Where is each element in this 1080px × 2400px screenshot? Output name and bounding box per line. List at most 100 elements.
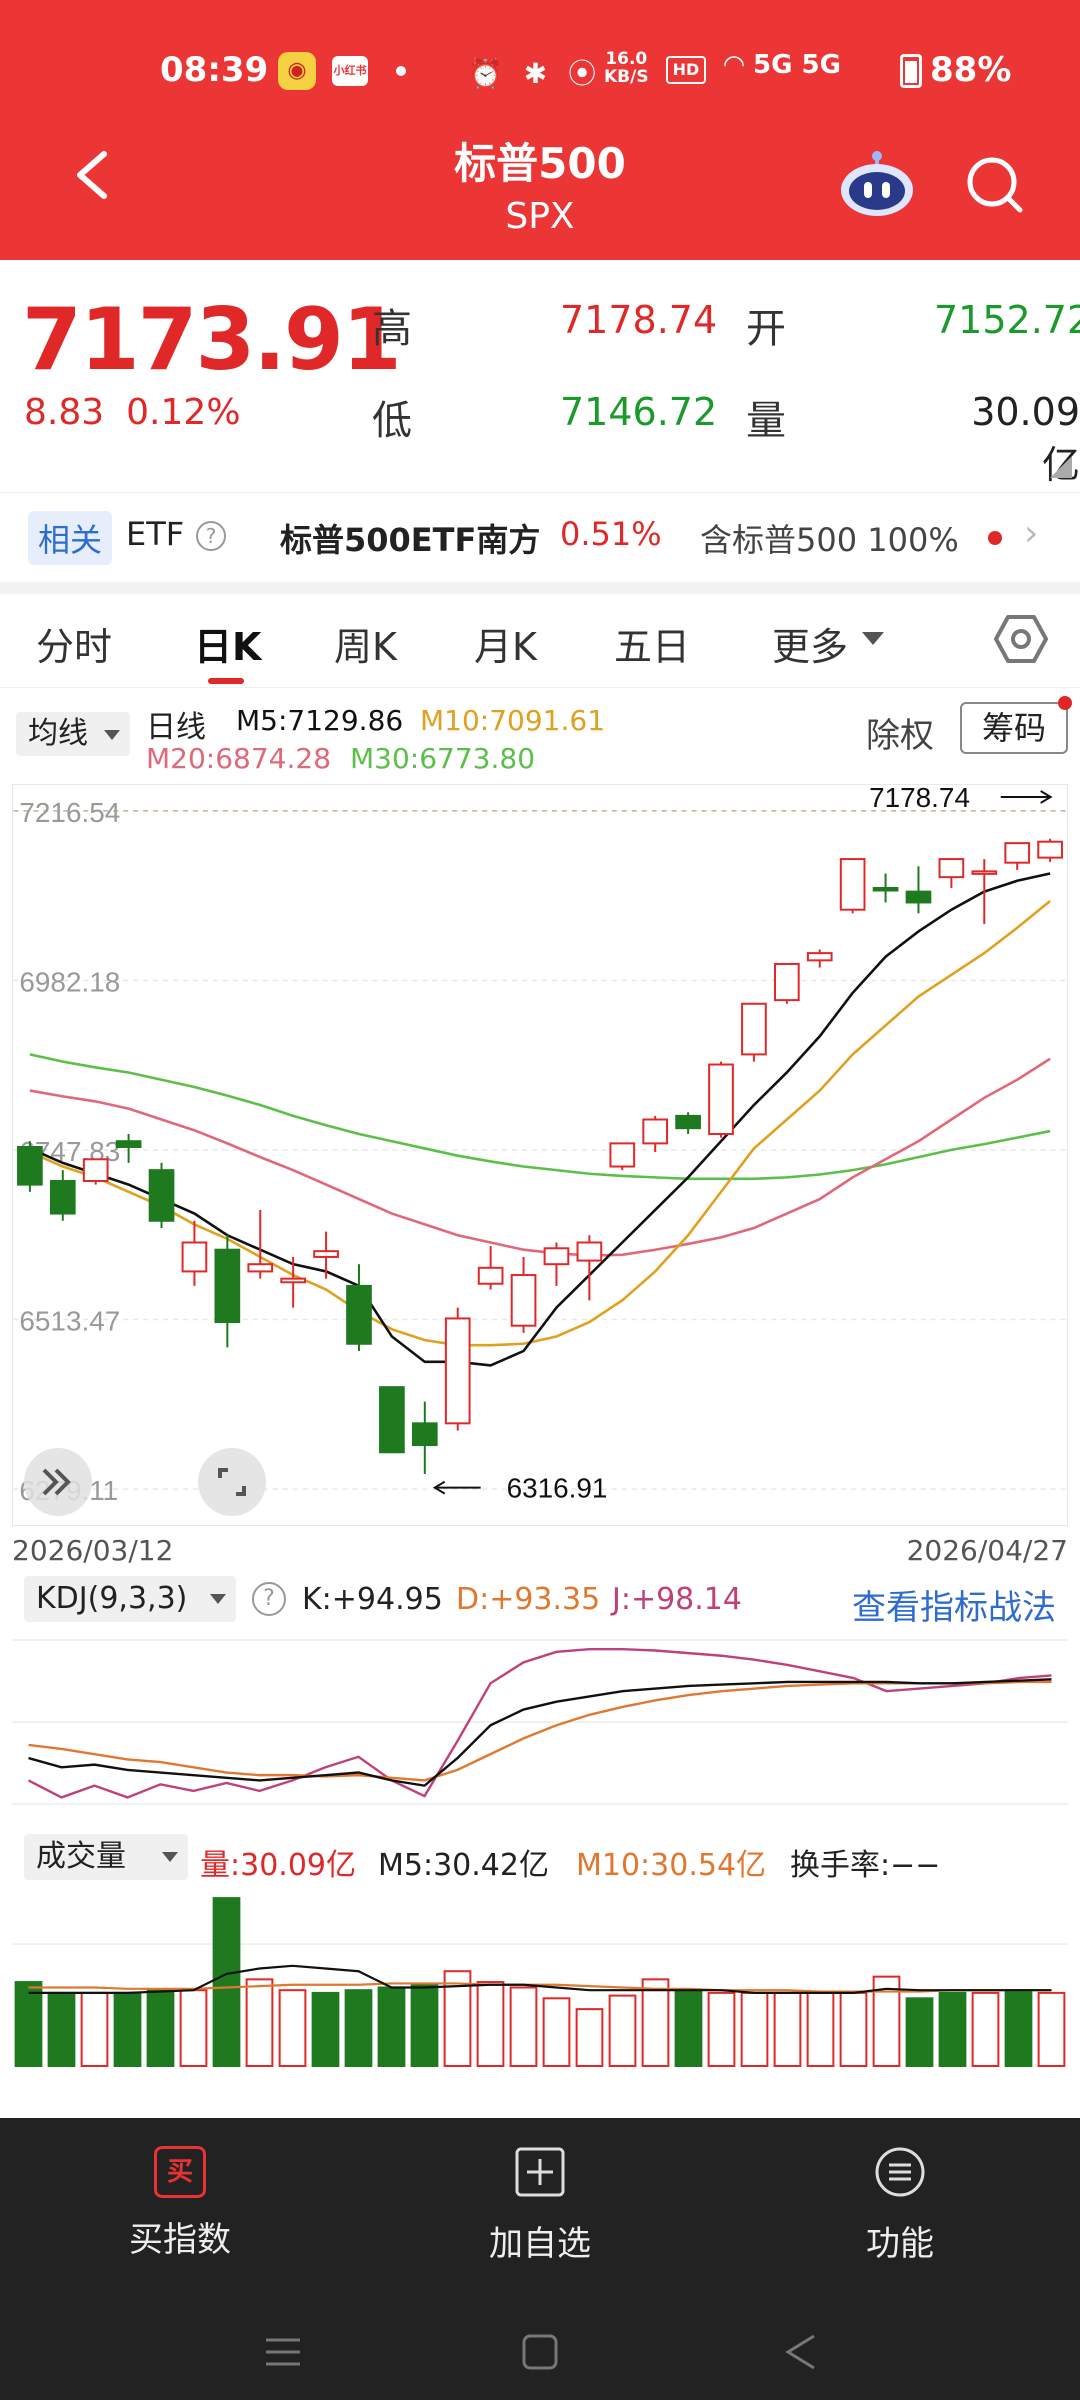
volume-bar [410, 1983, 439, 2067]
volume-bar [1037, 1991, 1066, 2067]
volume-bar [311, 1991, 340, 2067]
tab-intraday[interactable]: 分时 [36, 616, 112, 671]
related-tag: 相关 [28, 511, 113, 565]
candle-body [839, 858, 866, 911]
tab-weekly-k[interactable]: 周K [334, 616, 397, 671]
volume-bar [113, 1991, 142, 2067]
volume-bar [971, 1991, 1000, 2067]
candle-body [247, 1263, 274, 1273]
candle-body [938, 858, 965, 879]
tab-monthly-k[interactable]: 月K [474, 616, 537, 671]
candle [806, 949, 833, 968]
candle [115, 1133, 142, 1163]
nav-back-icon[interactable] [785, 2334, 815, 2370]
kdj-select[interactable]: KDJ(9,3,3) [24, 1576, 236, 1622]
m10-label: M10:7091.61 [420, 704, 606, 737]
candle [708, 1061, 734, 1138]
tab-more[interactable]: 更多 [772, 616, 848, 671]
volume-bar [80, 1991, 109, 2067]
candle-body [477, 1266, 504, 1285]
buy-index-label: 买指数 [129, 2220, 231, 2260]
candle [905, 866, 932, 914]
caret-down-icon [862, 632, 884, 645]
change-pct: 0.12% [126, 392, 241, 433]
m20-label: M20:6874.28 [146, 742, 332, 775]
candle-body [708, 1063, 734, 1135]
volume-select[interactable]: 成交量 [24, 1834, 188, 1880]
search-icon[interactable] [962, 152, 1026, 216]
vol-value: 量:30.09亿 [200, 1848, 356, 1883]
volume-bar [707, 1991, 736, 2067]
functions-button[interactable]: 功能 [800, 2146, 1000, 2265]
weibo-icon: ◉ [278, 52, 316, 90]
quote-panel: 7173.91 8.83 0.12% 高 7178.74 开 7152.72 低 … [0, 260, 1080, 490]
candle [49, 1170, 76, 1221]
etf-contain: 含标普500 100% [700, 521, 959, 559]
m5-label: M5:7129.86 [236, 704, 404, 737]
add-watchlist-button[interactable]: 加自选 [440, 2146, 640, 2265]
nav-home-icon[interactable] [522, 2334, 558, 2370]
candle [741, 1002, 767, 1062]
battery-pct: 88% [930, 50, 1012, 90]
candle-body [609, 1142, 636, 1168]
ma30-line [29, 1053, 1051, 1181]
help-icon[interactable]: ? [196, 521, 226, 551]
candle-body [379, 1386, 405, 1454]
view-strategy-link[interactable]: 查看指标战法 [852, 1580, 1056, 1629]
volume-bar [476, 1981, 505, 2067]
candle [1037, 838, 1063, 862]
hd-icon: HD [666, 56, 706, 84]
chip-distribution-button[interactable]: 筹码 [960, 702, 1068, 754]
candle [346, 1264, 372, 1352]
candle [82, 1158, 109, 1185]
candle-body [872, 887, 899, 892]
candle-body [576, 1241, 603, 1262]
ex-rights-toggle[interactable]: 除权 [866, 708, 934, 757]
volume-bar [938, 1991, 967, 2067]
y-tick-label: 7216.54 [19, 797, 120, 828]
chevron-right-icon[interactable]: › [1024, 513, 1038, 554]
kdj-chart[interactable] [12, 1630, 1068, 1814]
indicator-select[interactable]: 均线 [16, 712, 130, 756]
volume-bar [773, 1991, 802, 2067]
volume-bar [674, 1989, 703, 2067]
ma20-line [29, 1057, 1051, 1257]
open-value: 7152.72 [934, 298, 1080, 342]
candle-body [214, 1248, 241, 1324]
nav-menu-icon[interactable] [266, 2338, 300, 2366]
expand-double-arrow-button[interactable] [24, 1448, 92, 1516]
expand-corner-icon[interactable] [1050, 456, 1072, 478]
candle [510, 1256, 537, 1333]
volume-bar [1004, 1989, 1033, 2067]
volume-bar [245, 1978, 274, 2067]
page-title: 标普500 [454, 139, 626, 188]
help-icon[interactable]: ? [252, 1582, 286, 1616]
date-end: 2026/04/27 [906, 1534, 1068, 1567]
tab-daily-k[interactable]: 日K [194, 616, 261, 671]
functions-label: 功能 [866, 2224, 934, 2264]
candle [872, 873, 899, 903]
xiaohongshu-icon: 小红书 [332, 56, 368, 86]
candle-body [741, 1002, 767, 1056]
buy-index-button[interactable]: 买 买指数 [80, 2146, 280, 2261]
candle-body [444, 1317, 471, 1425]
candle-body [49, 1179, 76, 1215]
robot-assistant-icon[interactable] [838, 148, 916, 218]
ma5-line [29, 872, 1051, 1367]
ma-header: 均线 日线 M5:7129.86 M10:7091.61 M20:6874.28… [0, 696, 1080, 776]
volume-chart[interactable] [12, 1886, 1068, 2072]
candle-body [971, 870, 998, 875]
candle [773, 962, 800, 1004]
tab-five-day[interactable]: 五日 [614, 616, 690, 671]
candle-body [313, 1250, 339, 1258]
candle-body [806, 952, 833, 962]
d-value: D:+93.35 [456, 1582, 601, 1617]
settings-icon[interactable] [994, 612, 1048, 666]
volume-bar [905, 1997, 934, 2067]
volume-bar [542, 1997, 571, 2067]
candlestick-chart[interactable]: 7216.546982.186747.836513.476279.117178.… [12, 784, 1068, 1526]
candle [938, 858, 965, 889]
related-etf-row[interactable]: 相关 ETF ? 标普500ETF南方 0.51% 含标普500 100% › [0, 492, 1080, 582]
change-value: 8.83 [24, 392, 105, 433]
fullscreen-button[interactable] [198, 1448, 266, 1516]
